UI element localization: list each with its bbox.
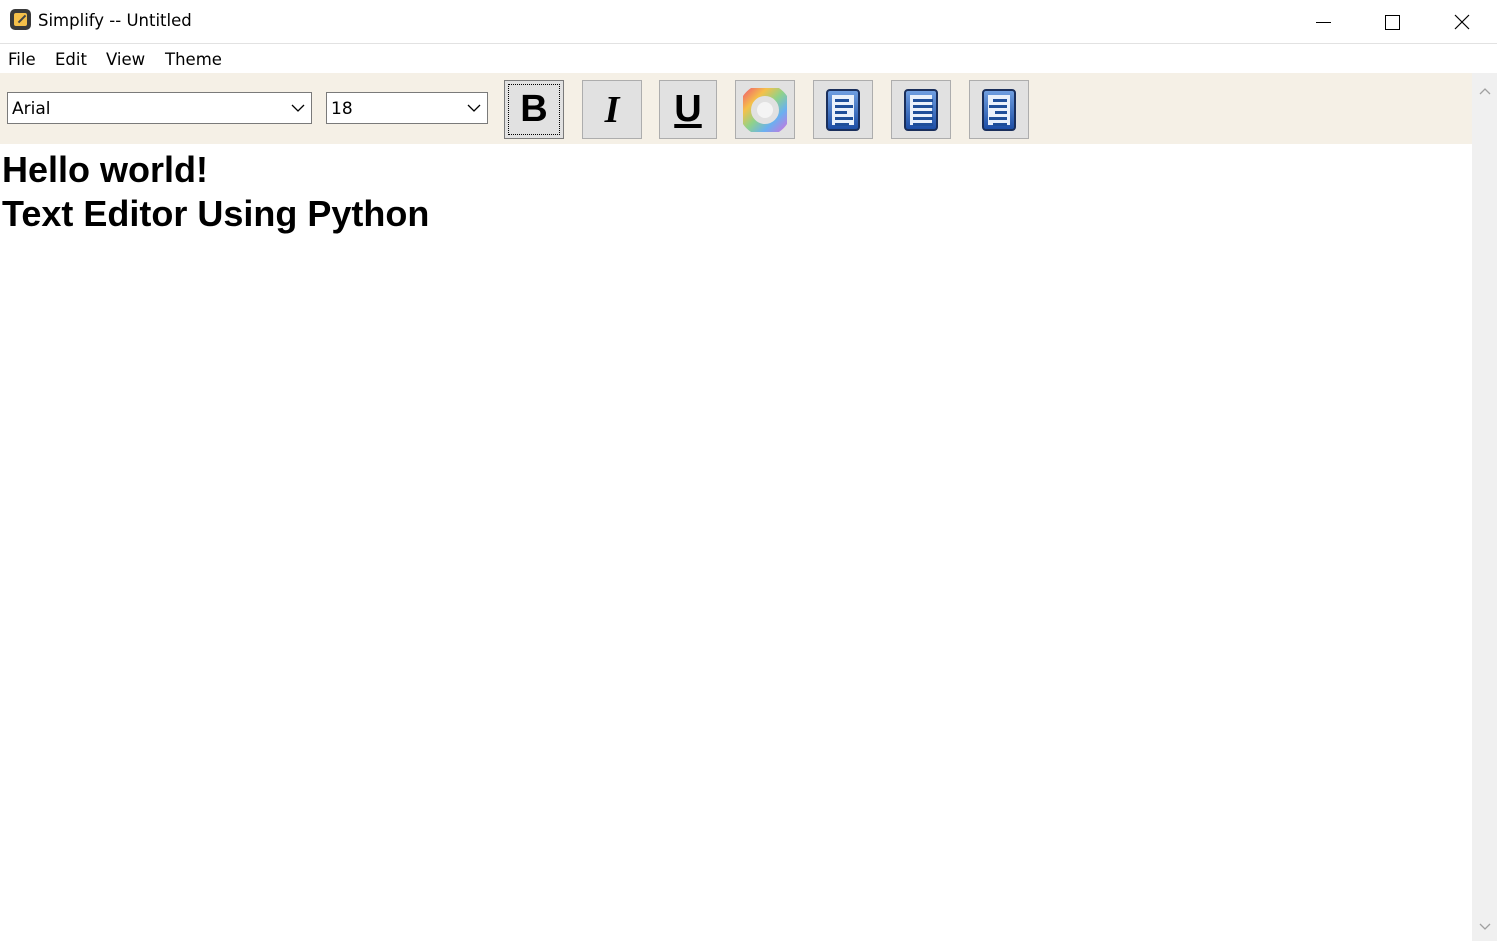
title-bar: Simplify -- Untitled bbox=[0, 0, 1497, 44]
minimize-button[interactable] bbox=[1288, 0, 1358, 44]
chevron-up-icon bbox=[1479, 88, 1490, 95]
chevron-down-icon bbox=[1479, 923, 1490, 930]
font-size-value: 18 bbox=[331, 99, 353, 119]
formatting-toolbar: Arial 18 B I U bbox=[0, 73, 1472, 144]
color-wheel-icon bbox=[743, 87, 787, 132]
scroll-up-button[interactable] bbox=[1472, 77, 1497, 105]
vertical-scrollbar[interactable] bbox=[1472, 73, 1497, 941]
maximize-icon bbox=[1384, 14, 1400, 30]
bold-button[interactable]: B bbox=[504, 80, 564, 139]
menu-edit[interactable]: Edit bbox=[55, 50, 87, 69]
menu-view[interactable]: View bbox=[106, 50, 145, 69]
font-family-select[interactable]: Arial bbox=[7, 92, 312, 124]
notepad-app-icon bbox=[10, 9, 31, 30]
text-editor-area[interactable]: Hello world! Text Editor Using Python bbox=[0, 144, 1472, 941]
scroll-down-button[interactable] bbox=[1472, 913, 1497, 941]
menu-theme[interactable]: Theme bbox=[165, 50, 222, 69]
align-center-icon bbox=[904, 88, 938, 131]
window-title: Simplify -- Untitled bbox=[38, 11, 192, 30]
maximize-button[interactable] bbox=[1357, 0, 1427, 44]
underline-icon: U bbox=[674, 88, 702, 130]
editor-line: Hello world! bbox=[2, 149, 208, 190]
close-button[interactable] bbox=[1427, 0, 1497, 44]
align-right-icon bbox=[982, 88, 1016, 131]
underline-button[interactable]: U bbox=[659, 80, 717, 139]
menu-bar: File Edit View Theme bbox=[0, 45, 1497, 73]
focus-ring bbox=[508, 84, 560, 135]
text-color-button[interactable] bbox=[735, 80, 795, 139]
scrollbar-track[interactable] bbox=[1472, 103, 1497, 939]
align-right-button[interactable] bbox=[969, 80, 1029, 139]
editor-line: Text Editor Using Python bbox=[2, 193, 430, 234]
italic-icon: I bbox=[604, 88, 620, 131]
font-size-select[interactable]: 18 bbox=[326, 92, 488, 124]
align-center-button[interactable] bbox=[891, 80, 951, 139]
align-left-button[interactable] bbox=[813, 80, 873, 139]
minimize-icon bbox=[1315, 21, 1331, 23]
chevron-down-icon bbox=[291, 104, 305, 112]
align-left-icon bbox=[826, 88, 860, 131]
chevron-down-icon bbox=[467, 104, 481, 112]
close-icon bbox=[1454, 14, 1470, 30]
italic-button[interactable]: I bbox=[582, 80, 642, 139]
menu-file[interactable]: File bbox=[8, 50, 36, 69]
font-family-value: Arial bbox=[12, 99, 51, 119]
